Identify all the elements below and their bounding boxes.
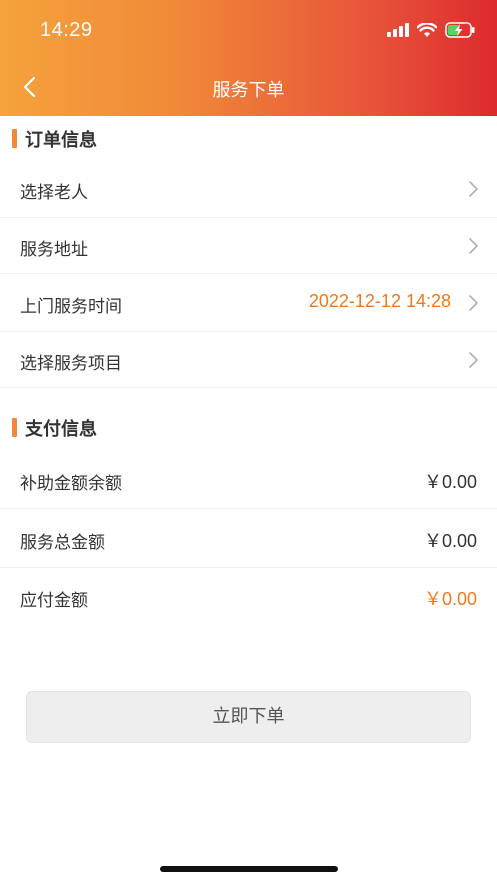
service-time-row[interactable]: 上门服务时间 2022-12-12 14:28 (0, 274, 497, 332)
chevron-right-icon (469, 181, 478, 197)
select-service-item-row[interactable]: 选择服务项目 (0, 332, 497, 388)
status-icons (387, 22, 475, 38)
section-accent-bar (12, 129, 17, 148)
page-title: 服务下单 (212, 80, 285, 101)
row-label: 上门服务时间 (20, 297, 122, 317)
payment-info-section-header: 支付信息 (0, 405, 497, 449)
row-label: 服务地址 (20, 240, 88, 260)
chevron-right-icon (469, 295, 478, 311)
wifi-icon (417, 22, 437, 37)
section-accent-bar (12, 418, 17, 437)
row-label: 应付金额 (20, 591, 88, 611)
row-label: 选择老人 (20, 183, 88, 203)
service-total-value: ￥0.00 (423, 531, 477, 551)
status-time: 14:29 (40, 19, 93, 41)
row-label: 选择服务项目 (20, 354, 122, 374)
order-info-title: 订单信息 (25, 130, 97, 151)
chevron-right-icon (469, 238, 478, 254)
service-time-value: 2022-12-12 14:28 (308, 291, 451, 311)
amount-due-value: ￥0.00 (423, 589, 477, 609)
chevron-right-icon (469, 352, 478, 368)
place-order-button[interactable]: 立即下单 (26, 691, 471, 743)
amount-due-row: 应付金额 ￥0.00 (0, 568, 497, 626)
subsidy-balance-row: 补助金额余额 ￥0.00 (0, 450, 497, 509)
service-total-row: 服务总金额 ￥0.00 (0, 509, 497, 568)
payment-info-title: 支付信息 (25, 419, 97, 440)
app-header: 14:29 服务下单 (0, 0, 497, 116)
subsidy-balance-value: ￥0.00 (423, 472, 477, 492)
service-address-row[interactable]: 服务地址 (0, 218, 497, 274)
cellular-signal-icon (387, 23, 409, 37)
row-label: 补助金额余额 (20, 474, 122, 494)
order-info-section-header: 订单信息 (0, 116, 497, 160)
select-elder-row[interactable]: 选择老人 (0, 160, 497, 218)
row-label: 服务总金额 (20, 533, 105, 553)
battery-charging-icon (445, 22, 475, 38)
home-indicator (160, 866, 338, 872)
